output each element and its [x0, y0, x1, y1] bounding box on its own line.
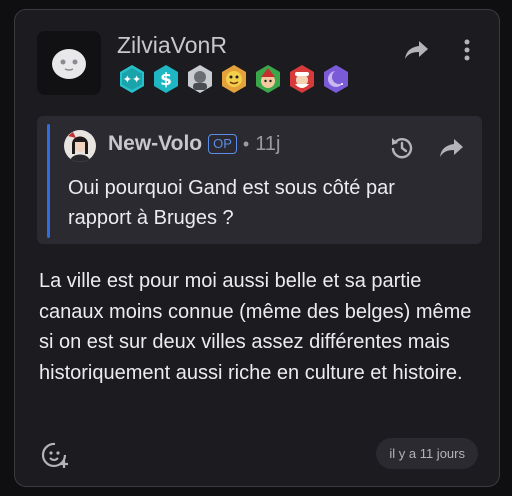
quote-time: 11j [255, 132, 281, 155]
badge-row: ✦✦ $ [116, 63, 351, 94]
quote-text: Oui pourquoi Gand est sous côté par rapp… [68, 177, 395, 229]
quote-author-name[interactable]: New-Volo [108, 132, 202, 156]
quoted-comment[interactable]: New-Volo OP • 11j Oui pourquoi Gand est … [37, 116, 482, 244]
quote-actions [388, 134, 466, 162]
ghost-avatar-icon [52, 49, 86, 79]
share-icon[interactable] [403, 36, 431, 64]
stars-badge-icon[interactable]: ✦✦ [116, 63, 147, 94]
add-reaction-icon[interactable] [39, 439, 71, 471]
post-timestamp[interactable]: il y a 11 jours [376, 438, 478, 469]
svg-text:✦✦: ✦✦ [122, 73, 140, 86]
svg-text:$: $ [160, 70, 172, 90]
post-actions [403, 36, 481, 64]
quote-header: New-Volo OP • 11j [108, 132, 280, 156]
portrait-badge-icon[interactable] [184, 63, 215, 94]
quote-share-icon[interactable] [438, 134, 466, 162]
quote-accent-bar [47, 124, 50, 238]
more-options-icon[interactable] [453, 36, 481, 64]
comment-body: La ville est pour moi aussi belle et sa … [39, 270, 472, 384]
elf-badge-icon[interactable] [252, 63, 283, 94]
quote-author-avatar[interactable] [64, 130, 96, 162]
history-icon[interactable] [388, 134, 416, 162]
separator-dot: • [242, 133, 250, 154]
moon-badge-icon[interactable] [320, 63, 351, 94]
santa-badge-icon[interactable] [286, 63, 317, 94]
comment-card: ZilviaVonR ✦✦ $ New-Volo OP • 11j Oui po… [14, 9, 500, 487]
op-badge: OP [208, 134, 237, 154]
author-username[interactable]: ZilviaVonR [117, 32, 227, 59]
cartoon-badge-icon[interactable] [218, 63, 249, 94]
author-avatar[interactable] [37, 31, 101, 95]
dollar-badge-icon[interactable]: $ [150, 63, 181, 94]
